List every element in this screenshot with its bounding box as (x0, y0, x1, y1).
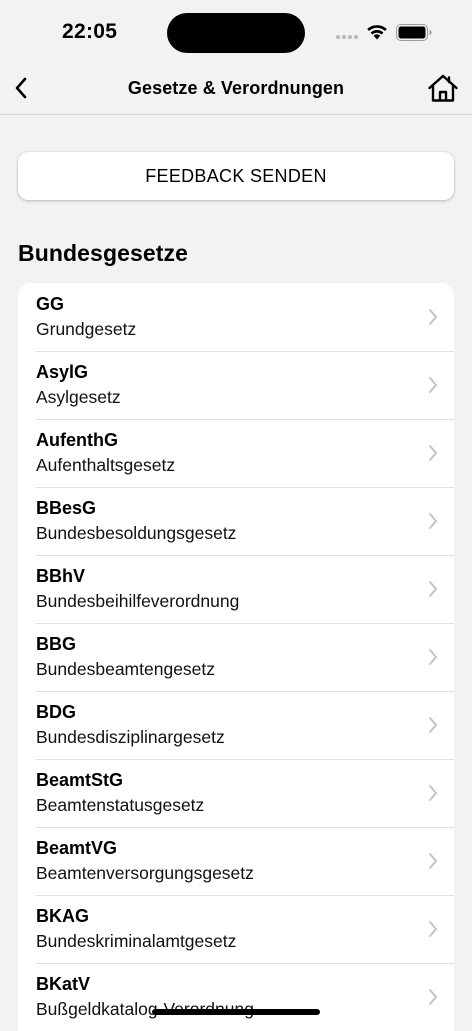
home-indicator (152, 1009, 320, 1015)
law-full-name: Bundesbesoldungsgesetz (36, 523, 237, 543)
law-list-item[interactable]: BKatV Bußgeldkatalog-Verordnung (18, 963, 454, 1031)
law-full-name: Beamtenstatusgesetz (36, 795, 205, 815)
law-abbreviation: AsylG (36, 362, 89, 382)
chevron-right-icon (429, 445, 437, 461)
law-list-item[interactable]: BDG Bundesdisziplinargesetz (18, 691, 454, 759)
law-abbreviation: BBG (36, 634, 76, 654)
law-abbreviation: BeamtVG (36, 838, 118, 858)
chevron-right-icon (429, 513, 437, 529)
home-button[interactable] (425, 70, 461, 106)
law-list-item[interactable]: BBG Bundesbeamtengesetz (18, 623, 454, 691)
chevron-right-icon (429, 853, 437, 869)
law-list-item[interactable]: BeamtVG Beamtenversorgungsgesetz (18, 827, 454, 895)
law-full-name: Bundesbeihilfeverordnung (36, 591, 240, 611)
law-list-item[interactable]: BKAG Bundeskriminalamtgesetz (18, 895, 454, 963)
law-abbreviation: GG (36, 294, 65, 314)
chevron-right-icon (429, 649, 437, 665)
navigation-bar: Gesetze & Verordnungen (0, 62, 472, 115)
law-full-name: Asylgesetz (36, 387, 121, 407)
law-full-name: Aufenthaltsgesetz (36, 455, 176, 475)
status-time: 22:05 (62, 20, 118, 43)
home-icon (428, 74, 458, 102)
law-abbreviation: BKatV (36, 974, 91, 994)
section-title: Bundesgesetze (18, 240, 189, 266)
law-abbreviation: AufenthG (36, 430, 118, 450)
chevron-right-icon (429, 377, 437, 393)
law-list-item[interactable]: BBhV Bundesbeihilfeverordnung (18, 555, 454, 623)
law-list-item[interactable]: BeamtStG Beamtenstatusgesetz (18, 759, 454, 827)
chevron-right-icon (429, 717, 437, 733)
law-abbreviation: BeamtStG (36, 770, 124, 790)
law-list-item[interactable]: AsylG Asylgesetz (18, 351, 454, 419)
chevron-right-icon (429, 989, 437, 1005)
law-abbreviation: BBhV (36, 566, 85, 586)
law-list-item[interactable]: BBesG Bundesbesoldungsgesetz (18, 487, 454, 555)
feedback-send-button[interactable]: FEEDBACK SENDEN (18, 152, 454, 200)
wifi-icon (367, 25, 387, 40)
status-bar: 22:05 (0, 0, 472, 62)
battery-icon (396, 24, 432, 41)
chevron-right-icon (429, 309, 437, 325)
law-full-name: Grundgesetz (36, 319, 137, 339)
chevron-right-icon (429, 581, 437, 597)
law-list: GG Grundgesetz AsylG Asylgesetz AufenthG Aufe… (18, 283, 454, 1031)
law-list-item[interactable]: GG Grundgesetz (18, 283, 454, 351)
dynamic-island (167, 13, 305, 53)
signal-dots-icon (336, 35, 360, 39)
law-full-name: Bundeskriminalamtgesetz (36, 931, 237, 951)
law-full-name: Bundesdisziplinargesetz (36, 727, 225, 747)
law-abbreviation: BKAG (36, 906, 89, 926)
law-abbreviation: BBesG (36, 498, 97, 518)
law-abbreviation: BDG (36, 702, 76, 722)
chevron-right-icon (429, 785, 437, 801)
law-list-item[interactable]: AufenthG Aufenthaltsgesetz (18, 419, 454, 487)
chevron-right-icon (429, 921, 437, 937)
page-title: Gesetze & Verordnungen (127, 78, 345, 98)
law-full-name: Beamtenversorgungsgesetz (36, 863, 254, 883)
law-full-name: Bundesbeamtengesetz (36, 659, 216, 679)
